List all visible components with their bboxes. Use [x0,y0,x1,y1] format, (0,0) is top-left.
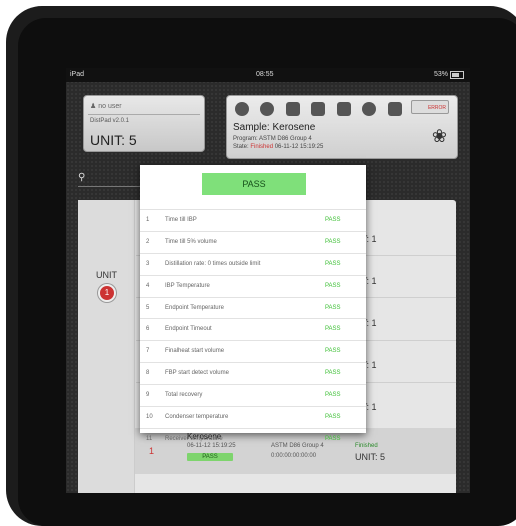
globe-icon[interactable] [362,101,377,116]
user-row[interactable]: ♟ no user [90,102,122,110]
program-line: Program: ASTM D86 Group 4 [233,136,312,142]
test-number: 3 [146,260,150,267]
program-value: ASTM D86 Group 4 [259,136,312,142]
plant-icon: ❀ [431,126,447,146]
test-result: PASS [325,217,341,223]
clock: 08:55 [256,71,274,78]
test-list: 1 Time till IBP PASS 2 Time till 5% volume PA… [140,209,366,450]
test-row[interactable]: 9 Total recovery PASS [140,384,366,406]
test-number: 2 [146,238,150,245]
test-name: Total recovery [165,392,203,399]
test-row[interactable]: 4 IBP Temperature PASS [140,274,366,297]
error-button[interactable]: ERROR [411,100,449,114]
test-row[interactable]: 1 Time till IBP PASS [140,209,366,231]
state-label: State: [233,144,249,150]
test-number: 1 [146,217,150,223]
test-name: Endpoint Timeout [165,326,212,333]
test-result: PASS [325,238,341,245]
test-number: 11 [146,435,153,442]
result-unit: UNIT: 5 [355,452,386,462]
user-card[interactable]: ♟ no user DistPad v2.0.1 UNIT: 5 [83,95,205,152]
chart-icon[interactable] [336,101,351,116]
app-version: DistPad v2.0.1 [90,118,130,124]
test-result: PASS [325,370,341,377]
user-name: no user [98,103,122,110]
test-row[interactable]: 5 Endpoint Temperature PASS [140,296,366,319]
test-name: Endpoint Temperature [165,304,224,311]
test-number: 9 [146,392,150,399]
test-result: PASS [325,326,341,333]
test-result: PASS [325,304,341,311]
battery-icon [450,71,464,79]
test-name: IBP Temperature [165,282,210,289]
list-icon[interactable] [311,101,326,116]
test-row[interactable]: 11 Receiver temperature PASS [140,427,366,450]
sample-label: Sample: [233,122,270,133]
overall-pass-button[interactable]: PASS [202,173,306,195]
test-result: PASS [325,260,341,267]
test-name: Time till 5% volume [165,238,217,245]
state-time: 06-11-12 15:19:25 [274,144,324,150]
test-number: 5 [146,304,150,311]
device-label: iPad [70,71,85,78]
test-name: FBP start detect volume [165,370,229,377]
test-result: PASS [325,348,341,355]
disc-icon[interactable] [235,101,249,116]
program-label: Program: [233,136,258,142]
test-name: Distillation rate: 0 times outside limit [165,260,261,267]
test-result: PASS [325,435,341,442]
status-bar: iPad 08:55 53% [66,68,470,82]
test-row[interactable]: 2 Time till 5% volume PASS [140,230,366,253]
battery-percent: 53% [433,71,448,78]
selected-unit: UNIT: 5 [90,132,137,148]
result-badge: PASS [187,453,233,461]
test-number: 7 [146,348,150,355]
sample-line: Sample: Kerosene [233,122,315,133]
test-result: PASS [325,414,341,421]
test-result: PASS [325,392,341,399]
download-icon[interactable] [387,101,402,116]
sample-value: Kerosene [272,122,316,133]
unit-column: UNIT 1 [78,200,135,493]
test-result: PASS [325,282,341,289]
test-row[interactable]: 8 FBP start detect volume PASS [140,362,366,384]
test-row[interactable]: 10 Condenser temperature PASS [140,406,366,428]
test-row[interactable]: 7 Finalheat start volume PASS [140,340,366,362]
gauge-icon[interactable] [260,101,275,116]
divider [88,114,200,115]
state-line: State: Finished 06-11-12 15:19:25 [233,144,323,150]
user-icon: ♟ [90,103,97,110]
test-row[interactable]: 6 Endpoint Timeout PASS [140,318,366,340]
search-icon: ⚲ [78,172,86,183]
result-duration: 0:00:00:00:00:00 [271,453,317,459]
test-number: 6 [146,326,150,333]
test-name: Time till IBP [165,217,197,223]
test-number: 8 [146,370,150,377]
unit-selector[interactable]: 1 [98,284,116,302]
sample-card: ERROR Sample: Kerosene Program: ASTM D86… [226,95,458,159]
network-icon[interactable] [285,101,300,116]
test-name: Receiver temperature [165,435,223,442]
test-name: Condenser temperature [165,414,229,421]
state-value: Finished [250,144,274,150]
search-field[interactable]: ⚲ [78,172,148,187]
unit-label: UNIT [96,270,117,280]
test-results-popup: PASS 1 Time till IBP PASS 2 Time till 5% vol… [140,165,366,442]
test-name: Finalheat start volume [165,348,225,355]
test-row[interactable]: 3 Distillation rate: 0 times outside limi… [140,252,366,275]
popup-header: PASS [140,165,366,203]
test-number: 4 [146,282,150,289]
test-number: 10 [146,414,153,421]
toolbar [235,100,409,116]
